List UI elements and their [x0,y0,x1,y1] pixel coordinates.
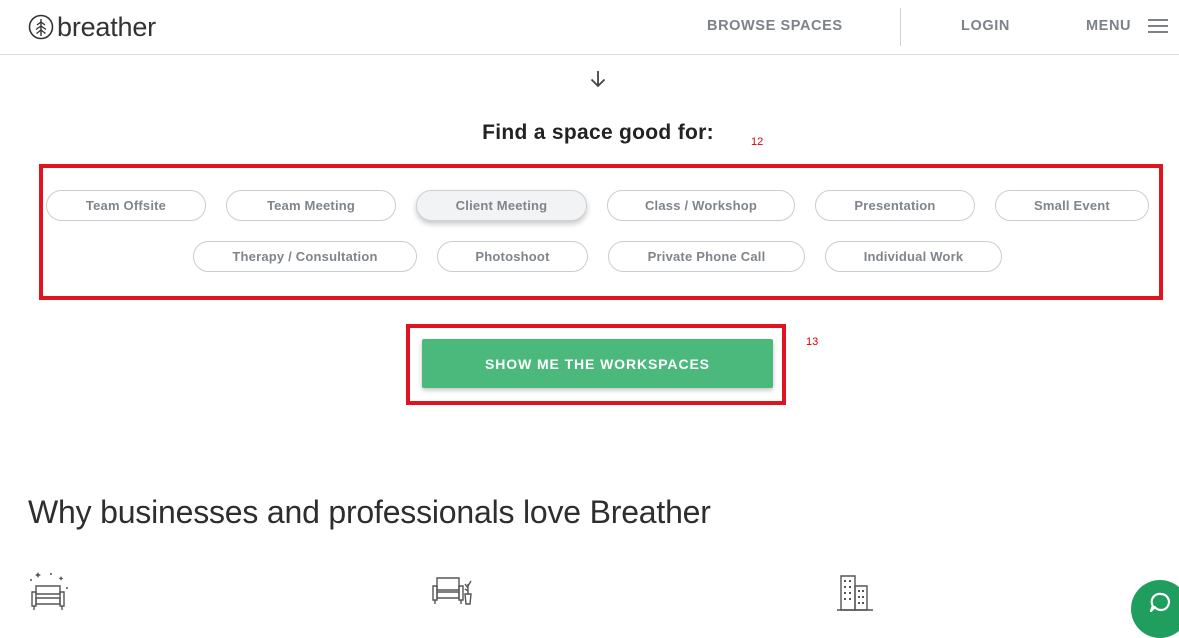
annotation-box-12 [39,164,1163,300]
option-individual-work[interactable]: Individual Work [825,241,1002,272]
annotation-label-12: 12 [751,136,764,148]
nav-divider [900,8,901,46]
option-private-phone-call[interactable]: Private Phone Call [608,241,805,272]
site-header: breather BROWSE SPACES LOGIN MENU [0,0,1179,55]
tree-logo-icon [28,14,54,40]
logo-text: breather [57,12,156,42]
browse-spaces-link[interactable]: BROWSE SPACES [707,18,843,34]
sparkling-chair-icon [30,572,68,610]
chat-widget-button[interactable] [1131,580,1179,638]
option-team-offsite[interactable]: Team Offsite [46,190,206,221]
option-client-meeting[interactable]: Client Meeting [416,190,587,221]
chat-bubble-icon [1149,592,1170,613]
option-class-workshop[interactable]: Class / Workshop [607,190,795,221]
hamburger-menu-icon[interactable] [1148,19,1168,33]
option-team-meeting[interactable]: Team Meeting [226,190,396,221]
arrow-down-icon [590,71,606,88]
menu-link[interactable]: MENU [1086,18,1131,34]
finder-title: Find a space good for: [482,121,714,144]
annotation-label-13: 13 [806,336,819,348]
breather-logo[interactable]: breather [28,12,156,42]
option-therapy-consultation[interactable]: Therapy / Consultation [193,241,417,272]
option-presentation[interactable]: Presentation [815,190,975,221]
city-buildings-icon [837,575,873,611]
option-small-event[interactable]: Small Event [995,190,1149,221]
sofa-plant-icon [432,577,472,605]
show-workspaces-button[interactable]: SHOW ME THE WORKSPACES [422,339,773,388]
login-link[interactable]: LOGIN [961,18,1010,34]
why-heading: Why businesses and professionals love Br… [28,494,711,530]
option-photoshoot[interactable]: Photoshoot [437,241,588,272]
